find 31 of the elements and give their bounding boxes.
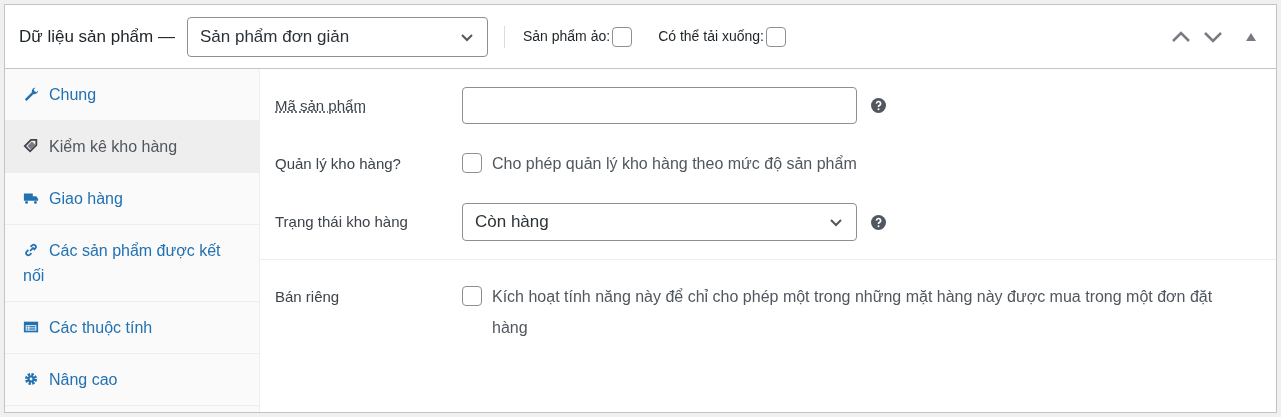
field-label: Trạng thái kho hàng xyxy=(275,212,409,232)
checkbox[interactable] xyxy=(612,26,633,47)
wrench-icon xyxy=(23,86,39,102)
text-input[interactable] xyxy=(462,87,857,124)
tag-icon xyxy=(23,138,39,154)
link-icon xyxy=(23,242,39,258)
sidebar-tab[interactable]: Các sản phẩm được kết nối xyxy=(5,225,259,302)
gear-icon xyxy=(23,371,39,387)
move-up-icon[interactable] xyxy=(1172,30,1190,43)
option-label: Sản phẩm ảo: xyxy=(522,27,611,46)
product-type-select[interactable]: Sản phẩm đơn giản xyxy=(186,16,488,57)
panel-title: Dữ liệu sản phẩm — xyxy=(19,25,175,48)
sidebar-tab[interactable]: Kiểm kê kho hàng xyxy=(5,121,259,173)
checkbox-description: Cho phép quản lý kho hàng theo mức độ sản phẩm xyxy=(492,154,857,174)
collapse-toggle-icon[interactable] xyxy=(1246,32,1256,41)
help-icon[interactable] xyxy=(871,98,886,113)
move-down-icon[interactable] xyxy=(1204,30,1222,43)
option-label: Có thể tải xuống: xyxy=(658,27,764,46)
checkbox[interactable] xyxy=(766,26,786,47)
stock-status-select[interactable]: Còn hàng xyxy=(462,203,857,241)
help-icon[interactable] xyxy=(871,214,886,230)
checkbox[interactable] xyxy=(462,153,482,173)
sidebar-tab[interactable]: Giao hàng xyxy=(5,173,259,225)
field-label: Mã sản phẩm xyxy=(275,96,367,116)
sidebar-tab[interactable]: Nâng cao xyxy=(5,354,259,406)
field-label: Bán riêng xyxy=(275,287,341,307)
checkbox-description: Kích hoạt tính năng này để chỉ cho phép một trong những mặt hàng này được mua trong một đơn đặt hàng xyxy=(492,287,1214,338)
checkbox[interactable] xyxy=(462,286,482,306)
field-label: Quản lý kho hàng? xyxy=(275,154,402,174)
list-icon xyxy=(23,319,39,335)
sidebar-tab[interactable]: Các thuộc tính xyxy=(5,302,259,354)
